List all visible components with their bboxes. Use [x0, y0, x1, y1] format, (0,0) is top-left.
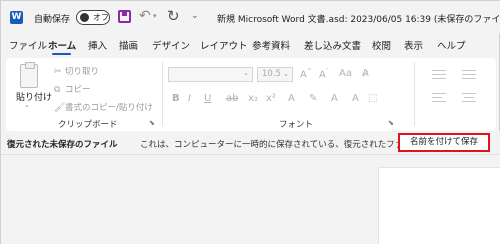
grow-font-icon[interactable]: A^	[300, 68, 312, 80]
active-tab-indicator	[52, 53, 71, 55]
shrink-font-icon[interactable]: Aˇ	[319, 68, 329, 80]
undo-dropdown-icon[interactable]: ▾	[153, 12, 157, 20]
paste-icon[interactable]	[20, 62, 38, 88]
document-title: 新規 Microsoft Word 文書.asd: 2023/06/05 16:…	[217, 15, 500, 25]
align-left-icon[interactable]	[432, 93, 446, 103]
tab-design[interactable]: デザイン	[152, 38, 190, 52]
copy-button[interactable]: ⧉ コピー	[54, 83, 91, 95]
paste-button[interactable]: 貼り付け	[16, 90, 52, 103]
tab-draw[interactable]: 描画	[119, 38, 138, 52]
superscript-icon[interactable]: x²	[266, 93, 276, 104]
font-name-box[interactable]: ⌄	[168, 67, 253, 82]
save-icon[interactable]	[118, 10, 131, 23]
tab-review[interactable]: 校閲	[372, 38, 391, 52]
change-case-icon[interactable]: Aa	[339, 68, 352, 79]
align-center-icon[interactable]	[462, 93, 476, 103]
tab-references[interactable]: 参考資料	[252, 38, 290, 52]
clear-formatting-icon[interactable]: A̷	[362, 68, 369, 79]
italic-icon[interactable]: I	[188, 93, 191, 104]
tab-view[interactable]: 表示	[404, 38, 423, 52]
autosave-toggle[interactable]: オフ	[76, 10, 110, 25]
text-effects-icon[interactable]: A	[288, 93, 295, 104]
undo-icon[interactable]: ↶	[139, 8, 151, 24]
tab-insert[interactable]: 挿入	[88, 38, 107, 52]
clipboard-launcher-icon[interactable]: ⬊	[149, 119, 155, 127]
format-painter-button[interactable]: 🖌書式のコピー/貼り付け	[54, 101, 153, 113]
notification-title: 復元された未保存のファイル	[7, 140, 118, 150]
document-page[interactable]	[378, 167, 500, 244]
bullets-icon[interactable]	[432, 70, 446, 80]
font-group-label: フォント	[279, 120, 314, 130]
font-name-dropdown-icon: ⌄	[243, 69, 249, 77]
paste-dropdown-icon[interactable]: ⌄	[24, 101, 30, 109]
cut-label: 切り取り	[65, 67, 100, 77]
cut-button[interactable]: ✂ 切り取り	[54, 65, 99, 77]
copy-icon: ⧉	[54, 85, 61, 95]
toggle-knob	[80, 13, 89, 22]
format-painter-icon: 🖌	[54, 103, 66, 113]
scissors-icon: ✂	[54, 67, 62, 77]
word-icon: W	[10, 11, 23, 24]
tab-home[interactable]: ホーム	[48, 38, 76, 52]
highlight-icon[interactable]: ✎	[309, 93, 317, 104]
character-shading-icon[interactable]: A	[352, 93, 359, 104]
ribbon: 貼り付け ⌄ ✂ 切り取り ⧉ コピー 🖌書式のコピー/貼り付け クリップボード ⬊…	[6, 58, 496, 131]
subscript-icon[interactable]: x₂	[248, 93, 258, 104]
tab-layout[interactable]: レイアウト	[200, 38, 248, 52]
font-launcher-icon[interactable]: ⬊	[388, 119, 394, 127]
font-size-box[interactable]: 10.5 ⌄	[257, 67, 293, 82]
group-divider	[414, 62, 415, 126]
group-divider	[162, 62, 163, 126]
strikethrough-icon[interactable]: ab	[226, 93, 238, 104]
clipboard-group-label: クリップボード	[58, 120, 118, 130]
save-as-button[interactable]: 名前を付けて保存	[398, 133, 490, 152]
copy-label: コピー	[65, 85, 91, 95]
tab-file[interactable]: ファイル	[9, 38, 47, 52]
redo-icon[interactable]: ↻	[167, 7, 180, 25]
format-painter-label: 書式のコピー/貼り付け	[65, 103, 153, 113]
autosave-label: 自動保存	[34, 15, 71, 25]
underline-icon[interactable]: U	[204, 93, 211, 104]
title-bar: W 自動保存 オフ ↶ ▾ ↻ ⌄ 新規 Microsoft Word 文書.a…	[1, 1, 500, 33]
customize-qat-icon[interactable]: ⌄	[191, 11, 199, 21]
ribbon-tabs: ファイル ホーム 挿入 描画 デザイン レイアウト 参考資料 差し込み文書 校閲…	[1, 38, 500, 56]
font-color-icon[interactable]: A	[331, 93, 338, 104]
autosave-state: オフ	[93, 13, 109, 22]
tab-help[interactable]: ヘルプ	[437, 38, 466, 52]
numbering-icon[interactable]	[462, 70, 476, 80]
font-size-value: 10.5	[262, 69, 281, 79]
bold-icon[interactable]: B	[172, 93, 180, 104]
tab-mailings[interactable]: 差し込み文書	[304, 38, 361, 52]
word-window: W 自動保存 オフ ↶ ▾ ↻ ⌄ 新規 Microsoft Word 文書.a…	[0, 0, 500, 244]
font-size-dropdown-icon: ⌄	[283, 70, 289, 78]
phonetic-guide-icon[interactable]: ⬚	[368, 93, 377, 104]
